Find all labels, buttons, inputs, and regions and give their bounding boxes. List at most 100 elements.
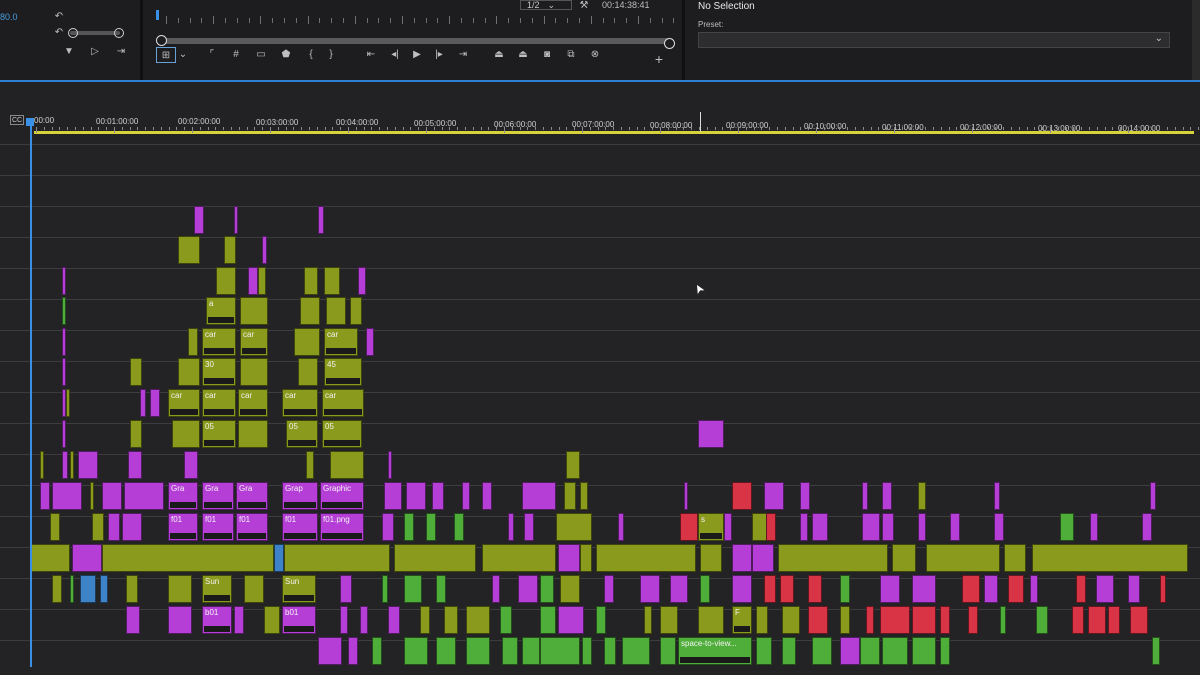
timeline-clip[interactable]: f01 [282, 513, 318, 541]
timeline-clip[interactable] [62, 328, 66, 356]
timeline-clip[interactable] [1008, 575, 1024, 603]
timeline-clip[interactable] [178, 236, 200, 264]
timeline-clip[interactable]: space-to-view... [678, 637, 752, 665]
timeline-clip[interactable] [224, 236, 236, 264]
timeline-clip[interactable]: F [732, 606, 752, 634]
timeline-clip[interactable] [188, 328, 198, 356]
timeline-clip[interactable] [130, 420, 142, 448]
timeline-clip[interactable] [1036, 606, 1048, 634]
timeline-clip[interactable] [880, 575, 900, 603]
timeline-clip[interactable] [62, 267, 66, 295]
timeline-clip[interactable]: Gra [168, 482, 198, 510]
timeline-clip[interactable]: car [240, 328, 268, 356]
go-to-in-icon[interactable]: ⇤ [364, 48, 378, 60]
playhead-handle[interactable] [26, 118, 34, 126]
timeline-clip[interactable] [564, 482, 576, 510]
timeline-clip[interactable] [482, 482, 492, 510]
timeline-clip[interactable] [732, 482, 752, 510]
timeline-clip[interactable] [604, 575, 614, 603]
timeline-clip[interactable] [240, 297, 268, 325]
timeline-clip[interactable] [540, 575, 554, 603]
timeline-clip[interactable] [1128, 575, 1140, 603]
timeline-clip[interactable] [30, 544, 70, 572]
timeline-clip[interactable] [306, 451, 314, 479]
timeline-clip[interactable]: f01 [236, 513, 268, 541]
timeline-clip[interactable] [752, 544, 774, 572]
timeline-clip[interactable] [394, 544, 476, 572]
timeline-clip[interactable] [62, 389, 66, 417]
timeline-clip[interactable] [912, 575, 936, 603]
timeline-clip[interactable] [808, 575, 822, 603]
timeline-clip[interactable] [482, 544, 556, 572]
timeline-clip[interactable] [168, 606, 192, 634]
zoom-slider-handle[interactable] [68, 28, 78, 38]
timeline-clip[interactable] [90, 482, 94, 510]
timeline-clip[interactable] [618, 513, 624, 541]
timeline-clip[interactable] [1004, 544, 1026, 572]
grid-icon[interactable]: # [230, 48, 242, 60]
timeline-clip[interactable] [234, 206, 238, 234]
timeline-clip[interactable] [500, 606, 512, 634]
timeline-clip[interactable] [444, 606, 458, 634]
timeline-clip[interactable] [756, 606, 768, 634]
timeline-clip[interactable] [812, 513, 828, 541]
timeline-clip[interactable] [1076, 575, 1086, 603]
timeline-clip[interactable] [558, 544, 580, 572]
timeline-clip[interactable] [622, 637, 650, 665]
timeline-clip[interactable] [580, 544, 592, 572]
timeline-clip[interactable]: car [238, 389, 268, 417]
timeline-clip[interactable] [880, 606, 910, 634]
timeline-clip[interactable] [150, 389, 160, 417]
timeline-clip[interactable] [436, 575, 446, 603]
timeline-clip[interactable] [102, 482, 122, 510]
timeline-clip[interactable] [700, 544, 722, 572]
timeline-clip[interactable] [582, 637, 592, 665]
timeline-clip[interactable] [40, 482, 50, 510]
timeline-clip[interactable]: a [206, 297, 236, 325]
time-ruler[interactable]: 00:00 00:01:00:00 00:02:00:00 00:03:00:00 00… [0, 82, 1200, 140]
undo-icon[interactable]: ↶ [52, 26, 66, 38]
timeline-clip[interactable]: car [322, 389, 364, 417]
play-icon[interactable]: ▶ [410, 48, 424, 60]
timeline-clip[interactable] [420, 606, 430, 634]
timeline-clip[interactable] [778, 544, 888, 572]
timeline-clip[interactable] [324, 267, 340, 295]
vr-icon[interactable]: ⊗ [588, 48, 602, 60]
mark-in-brace-icon[interactable]: { [306, 48, 316, 60]
timeline-clip[interactable] [406, 482, 426, 510]
undo-icon[interactable]: ↶ [52, 10, 66, 22]
timeline-clip[interactable] [52, 575, 62, 603]
timeline-clip[interactable] [382, 575, 388, 603]
timeline-clip[interactable] [866, 606, 874, 634]
timeline-clip[interactable] [40, 451, 44, 479]
timeline-clip[interactable] [130, 358, 142, 386]
timeline-clip[interactable] [298, 358, 318, 386]
safe-margins-icon[interactable]: ▭ [254, 48, 268, 60]
timeline-clip[interactable]: 05 [202, 420, 236, 448]
timeline-clip[interactable] [596, 544, 696, 572]
timeline-clip[interactable] [680, 513, 698, 541]
timeline-clip[interactable] [126, 606, 140, 634]
timeline-clip[interactable] [426, 513, 436, 541]
timeline-clip[interactable] [172, 420, 200, 448]
right-scrollbar[interactable] [1192, 0, 1200, 80]
timeline-clip[interactable] [244, 575, 264, 603]
timeline-clip[interactable]: 05 [322, 420, 362, 448]
timeline-clip[interactable] [940, 606, 950, 634]
timeline-clip[interactable] [756, 637, 772, 665]
timeline-clip[interactable] [698, 420, 724, 448]
timeline-clip[interactable] [1108, 606, 1120, 634]
timeline-clip[interactable] [808, 606, 828, 634]
timeline-clip[interactable] [62, 297, 66, 325]
timeline-clip[interactable] [436, 637, 456, 665]
timeline-clip[interactable] [318, 206, 324, 234]
timeline-clip[interactable] [1160, 575, 1166, 603]
timeline-clip[interactable] [926, 544, 1000, 572]
step-forward-icon[interactable]: |▸ [432, 48, 446, 60]
timeline-clip[interactable] [764, 575, 776, 603]
timeline-clip[interactable] [1000, 606, 1006, 634]
timeline-clip[interactable] [840, 606, 850, 634]
timeline-clip[interactable] [234, 606, 244, 634]
timeline-clip[interactable] [596, 606, 606, 634]
timeline-clip[interactable] [168, 575, 192, 603]
